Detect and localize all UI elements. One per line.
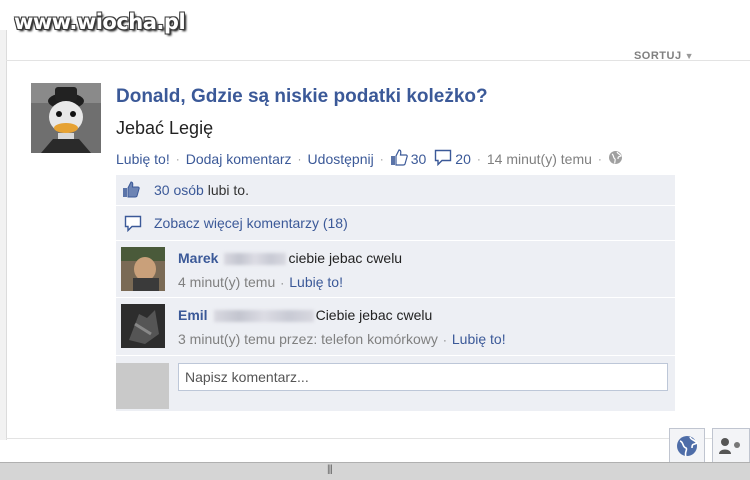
likes-people-link[interactable]: 30 osób [154, 182, 204, 198]
post-title[interactable]: Donald, Gdzie są niskie podatki koleżko? [116, 86, 488, 108]
more-comments-link[interactable]: Zobacz więcej komentarzy (18) [154, 215, 348, 231]
comment-item: Emil Ciebie jebac cwelu 3 minut(y) temu p… [116, 298, 675, 356]
redacted-surname [213, 310, 314, 323]
grip-icon[interactable]: ||| [327, 464, 333, 475]
likes-count[interactable]: 30 [411, 151, 427, 167]
post-timestamp[interactable]: 14 minut(y) temu [487, 151, 592, 167]
divider [6, 438, 750, 439]
comments-count[interactable]: 20 [455, 151, 471, 167]
separator: · [597, 152, 602, 166]
add-comment-link[interactable]: Dodaj komentarz [186, 151, 292, 167]
likes-suffix: lubi to. [207, 182, 249, 198]
avatar[interactable] [121, 247, 165, 291]
avatar[interactable] [31, 83, 101, 153]
friends-button[interactable] [712, 428, 750, 462]
comment-text: Ciebie jebac cwelu [315, 307, 433, 323]
comment-timestamp[interactable]: 4 minut(y) temu [178, 274, 275, 290]
separator: · [280, 276, 285, 290]
comment-author[interactable]: Emil [178, 307, 208, 323]
likes-row: 30 osób lubi to. [116, 175, 675, 206]
post-text: Jebać Legię [116, 118, 214, 138]
comments-panel: 30 osób lubi to. Zobacz więcej komentarz… [116, 175, 675, 411]
share-link[interactable]: Udostępnij [308, 151, 374, 167]
avatar[interactable] [121, 304, 165, 348]
separator: · [476, 152, 481, 166]
comment-author[interactable]: Marek [178, 250, 218, 266]
thumbs-up-icon[interactable] [390, 149, 408, 169]
bottom-bar: ||| [0, 462, 750, 480]
redacted-surname [224, 253, 287, 266]
comment-timestamp[interactable]: 3 minut(y) temu przez: telefon komórkowy [178, 331, 438, 347]
comment-like-link[interactable]: Lubię to! [452, 331, 506, 347]
watermark: www.wiocha.pl [14, 10, 186, 34]
left-rail [0, 30, 7, 440]
comment-input[interactable]: Napisz komentarz... [178, 363, 668, 391]
separator: · [442, 333, 447, 347]
globe-icon[interactable] [608, 150, 623, 168]
separator: · [175, 152, 180, 166]
avatar-image [31, 83, 101, 153]
comment-item: Marek ciebie jebac cwelu 4 minut(y) temu ·… [116, 241, 675, 298]
comment-like-link[interactable]: Lubię to! [289, 274, 343, 290]
separator: · [297, 152, 302, 166]
speech-bubble-icon[interactable] [434, 149, 452, 169]
thumbs-up-icon [122, 181, 140, 201]
speech-bubble-icon [124, 215, 142, 235]
more-comments-row[interactable]: Zobacz więcej komentarzy (18) [116, 206, 675, 241]
privacy-button[interactable] [669, 428, 705, 462]
sort-label: SORTUJ [633, 50, 682, 62]
like-link[interactable]: Lubię to! [116, 151, 170, 167]
comment-text: ciebie jebac cwelu [288, 250, 403, 266]
globe-icon [677, 436, 699, 457]
avatar [116, 363, 169, 409]
post-actions: Lubię to! · Dodaj komentarz · Udostępnij… [116, 149, 623, 169]
chevron-down-icon: ▼ [684, 51, 694, 61]
friends-icon [719, 438, 740, 454]
sort-menu[interactable]: SORTUJ ▼ [634, 50, 694, 62]
separator: · [379, 152, 384, 166]
